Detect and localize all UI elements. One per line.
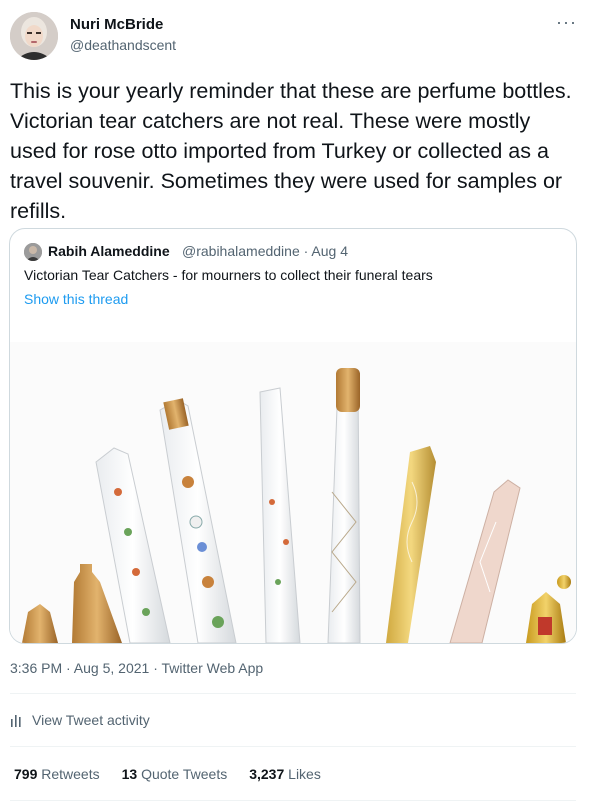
- quote-tweets-label: Quote Tweets: [141, 766, 228, 782]
- quoted-author-name: Rabih Alameddine: [48, 243, 170, 259]
- quote-tweets-count: 13: [121, 766, 138, 782]
- tweet-stats: 799 Retweets 13 Quote Tweets 3,237 Likes: [14, 766, 321, 782]
- likes-stat[interactable]: 3,237 Likes: [249, 766, 321, 782]
- tweet-text: This is your yearly reminder that these …: [10, 79, 572, 223]
- author-name[interactable]: Nuri McBride: [70, 16, 163, 33]
- divider: [10, 693, 576, 694]
- tweet-timestamp: 3:36 PM · Aug 5, 2021 · Twitter Web App: [10, 660, 264, 676]
- view-activity-link[interactable]: View Tweet activity: [10, 712, 150, 728]
- quoted-author-avatar[interactable]: [24, 243, 42, 261]
- retweets-count: 799: [14, 766, 38, 782]
- quote-tweets-stat[interactable]: 13 Quote Tweets: [122, 766, 228, 782]
- quoted-tweet-text: Victorian Tear Catchers - for mourners t…: [24, 267, 433, 283]
- likes-label: Likes: [288, 766, 321, 782]
- quoted-tweet-image[interactable]: [10, 342, 576, 643]
- divider: [10, 746, 576, 747]
- author-avatar[interactable]: [10, 12, 58, 60]
- quoted-author-meta: @rabihalameddine · Aug 4: [182, 243, 348, 259]
- bar-chart-icon: [11, 715, 21, 727]
- divider: [10, 800, 576, 801]
- quoted-tweet[interactable]: Rabih Alameddine @rabihalameddine · Aug …: [9, 228, 577, 644]
- author-handle[interactable]: @deathandscent: [70, 37, 176, 53]
- likes-count: 3,237: [249, 766, 285, 782]
- show-thread-link[interactable]: Show this thread: [24, 291, 128, 307]
- retweets-stat[interactable]: 799 Retweets: [14, 766, 100, 782]
- more-horizontal-icon[interactable]: ···: [556, 12, 577, 33]
- view-activity-label: View Tweet activity: [32, 712, 150, 728]
- retweets-label: Retweets: [41, 766, 100, 782]
